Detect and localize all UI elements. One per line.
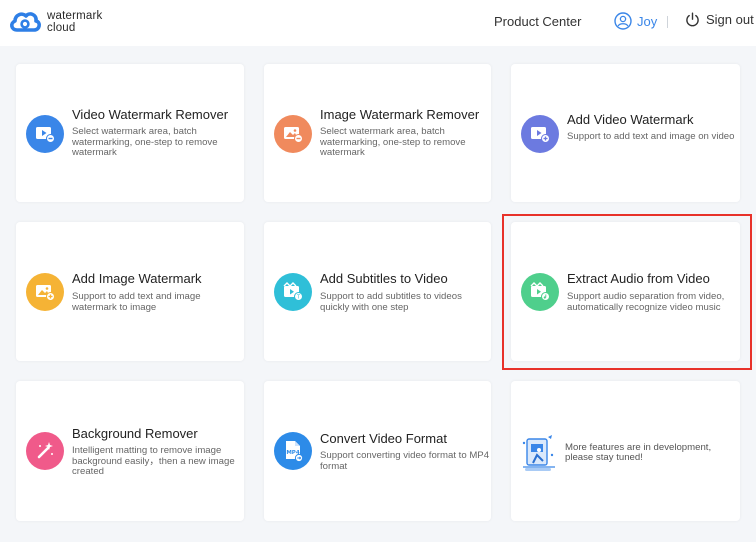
product-center-link[interactable]: Product Center	[494, 14, 581, 29]
card-description: Select watermark area, batch watermarkin…	[320, 126, 466, 158]
nav-divider	[667, 16, 668, 28]
power-icon	[686, 12, 699, 27]
card-add-image-watermark[interactable]: Add Image Watermark Support to add text …	[16, 222, 244, 361]
mp4-file-icon: MP4	[274, 432, 312, 470]
more-features-notice: More features are in development, please…	[521, 433, 725, 473]
card-video-watermark-remover[interactable]: Video Watermark Remover Select watermark…	[16, 64, 244, 202]
card-title: Background Remover	[72, 426, 198, 441]
card-background-remover[interactable]: Background Remover Intelligent matting t…	[16, 381, 244, 521]
card-title: Image Watermark Remover	[320, 107, 480, 122]
card-title: Convert Video Format	[320, 431, 447, 446]
image-add-icon	[26, 273, 64, 311]
magic-wand-icon	[26, 432, 64, 470]
card-description: Support to add text and image on video	[567, 131, 735, 142]
card-convert-video-format[interactable]: MP4 Convert Video Format Support convert…	[264, 381, 491, 521]
card-description: Intelligent matting to remove image back…	[72, 445, 235, 477]
cloud-logo-icon	[10, 12, 41, 32]
video-remove-icon	[26, 115, 64, 153]
card-title: Add Video Watermark	[567, 112, 694, 127]
logo-text: watermark cloud	[47, 10, 102, 34]
card-description: Select watermark area, batch watermarkin…	[72, 126, 218, 158]
logo-line-1: watermark	[47, 10, 103, 22]
sign-out-button[interactable]: Sign out	[685, 12, 754, 27]
card-description: Support to add text and image watermark …	[72, 291, 201, 313]
card-title: Video Watermark Remover	[72, 107, 229, 122]
logo[interactable]: watermark cloud	[8, 8, 102, 36]
card-description: Support converting video format to MP4 f…	[320, 450, 490, 472]
top-header: watermark cloud Product Center Joy Sign …	[0, 0, 756, 46]
selection-highlight	[502, 214, 752, 370]
logo-line-2: cloud	[47, 22, 76, 34]
user-menu[interactable]: Joy	[614, 12, 657, 30]
card-description: Support to add subtitles to videos quick…	[320, 291, 462, 313]
video-add-icon	[521, 115, 559, 153]
card-title: Add Image Watermark	[72, 271, 202, 286]
card-image-watermark-remover[interactable]: Image Watermark Remover Select watermark…	[264, 64, 491, 202]
card-add-subtitles-to-video[interactable]: T Add Subtitles to Video Support to add …	[264, 222, 491, 361]
subtitle-icon: T	[274, 273, 312, 311]
image-remove-icon	[274, 115, 312, 153]
card-add-video-watermark[interactable]: Add Video Watermark Support to add text …	[511, 64, 740, 202]
user-icon	[614, 12, 632, 30]
user-name: Joy	[637, 13, 658, 29]
development-illustration-icon	[522, 435, 555, 471]
sign-out-label: Sign out	[706, 12, 754, 27]
card-title: Add Subtitles to Video	[320, 271, 448, 286]
more-features-description: More features are in development, please…	[565, 441, 712, 463]
